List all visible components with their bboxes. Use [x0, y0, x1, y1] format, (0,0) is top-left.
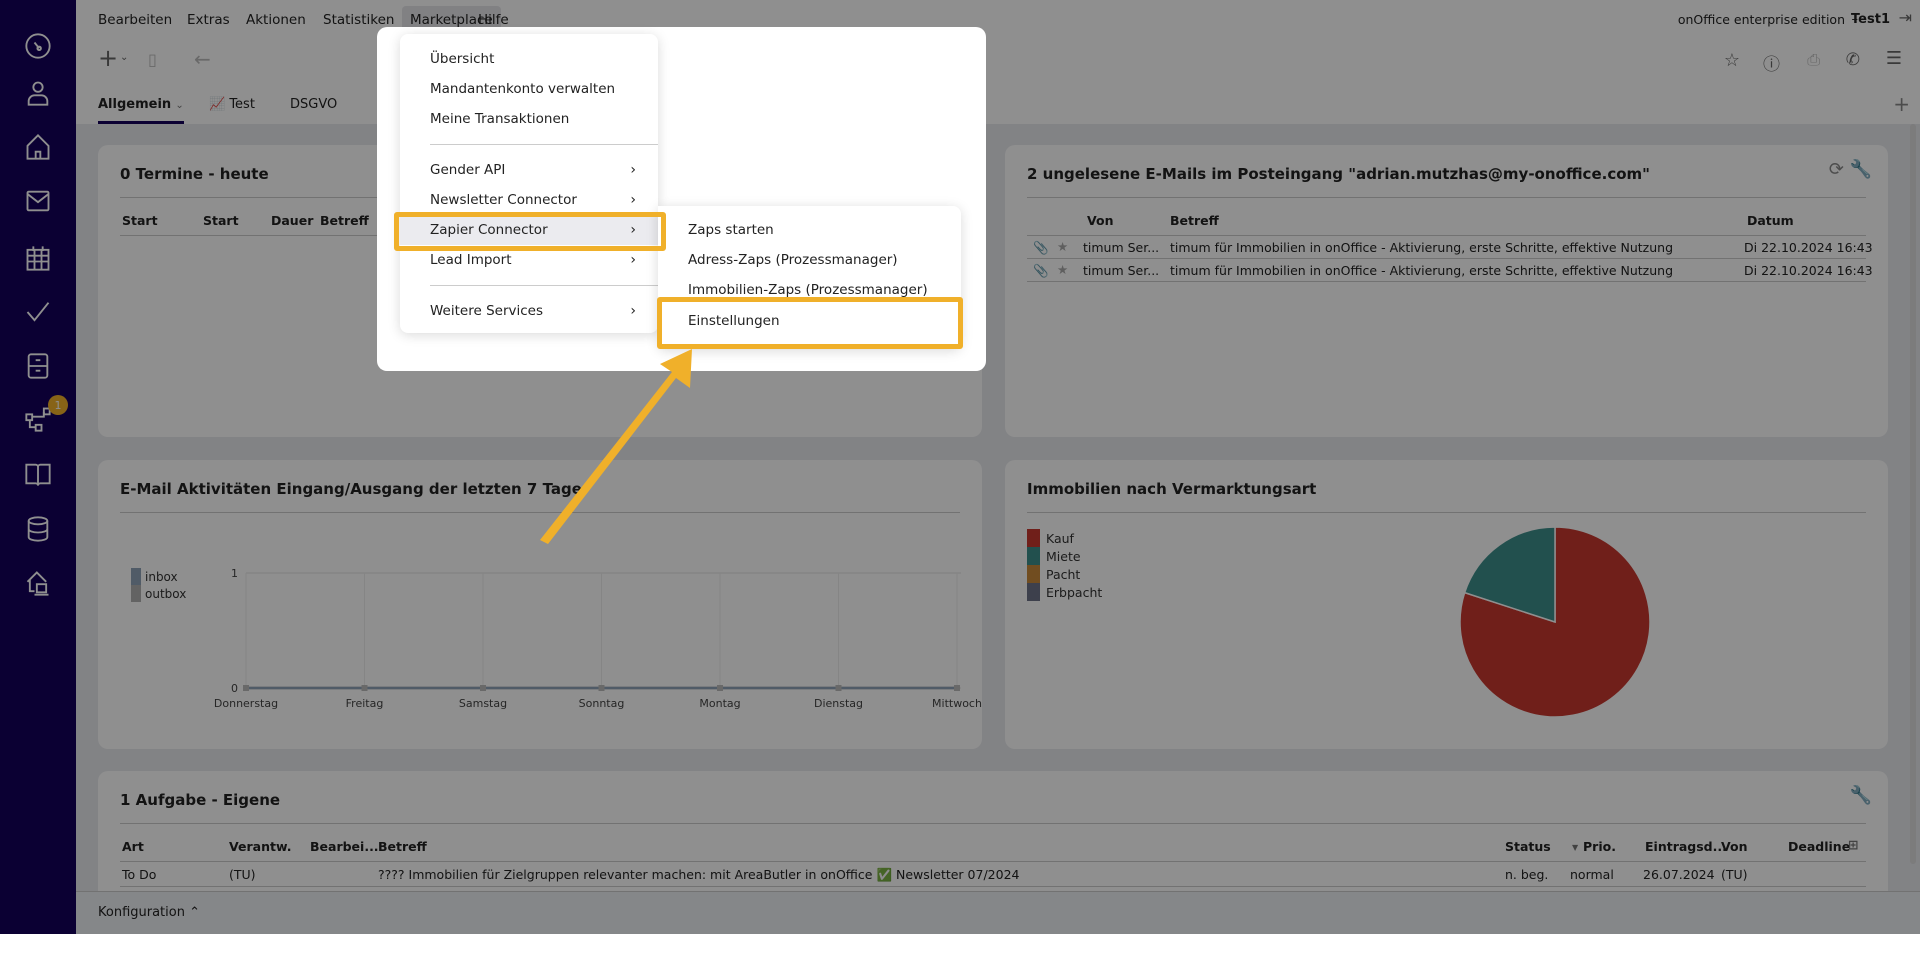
- menu-item-weitere-services[interactable]: Weitere Services ›: [400, 296, 658, 326]
- chevron-right-icon: ›: [630, 192, 636, 208]
- menu-item-label: Newsletter Connector: [430, 192, 577, 208]
- menu-item-transaktionen[interactable]: Meine Transaktionen: [400, 104, 658, 134]
- menu-item-gender-api[interactable]: Gender API ›: [400, 155, 658, 185]
- menu-item-newsletter-connector[interactable]: Newsletter Connector ›: [400, 185, 658, 215]
- marketplace-dropdown: Übersicht Mandantenkonto verwalten Meine…: [400, 34, 658, 333]
- highlight-einstellungen: [657, 297, 963, 349]
- menu-item-label: Immobilien-Zaps (Prozessmanager): [688, 282, 928, 298]
- menu-item-label: Lead Import: [430, 252, 512, 268]
- menu-item-label: Mandantenkonto verwalten: [430, 81, 616, 97]
- chevron-right-icon: ›: [630, 162, 636, 178]
- menu-item-label: Meine Transaktionen: [430, 111, 570, 127]
- highlight-zapier-connector: [394, 212, 666, 251]
- menu-item-uebersicht[interactable]: Übersicht: [400, 44, 658, 74]
- submenu-item-zaps-starten[interactable]: Zaps starten: [658, 215, 961, 245]
- submenu-item-adress-zaps[interactable]: Adress-Zaps (Prozessmanager): [658, 245, 961, 275]
- chevron-right-icon: ›: [630, 303, 636, 319]
- menu-item-label: Übersicht: [430, 51, 495, 67]
- menu-item-mandantenkonto[interactable]: Mandantenkonto verwalten: [400, 74, 658, 104]
- menu-item-label: Zaps starten: [688, 222, 774, 238]
- menu-item-label: Weitere Services: [430, 303, 543, 319]
- menu-item-label: Gender API: [430, 162, 506, 178]
- menu-item-label: Adress-Zaps (Prozessmanager): [688, 252, 898, 268]
